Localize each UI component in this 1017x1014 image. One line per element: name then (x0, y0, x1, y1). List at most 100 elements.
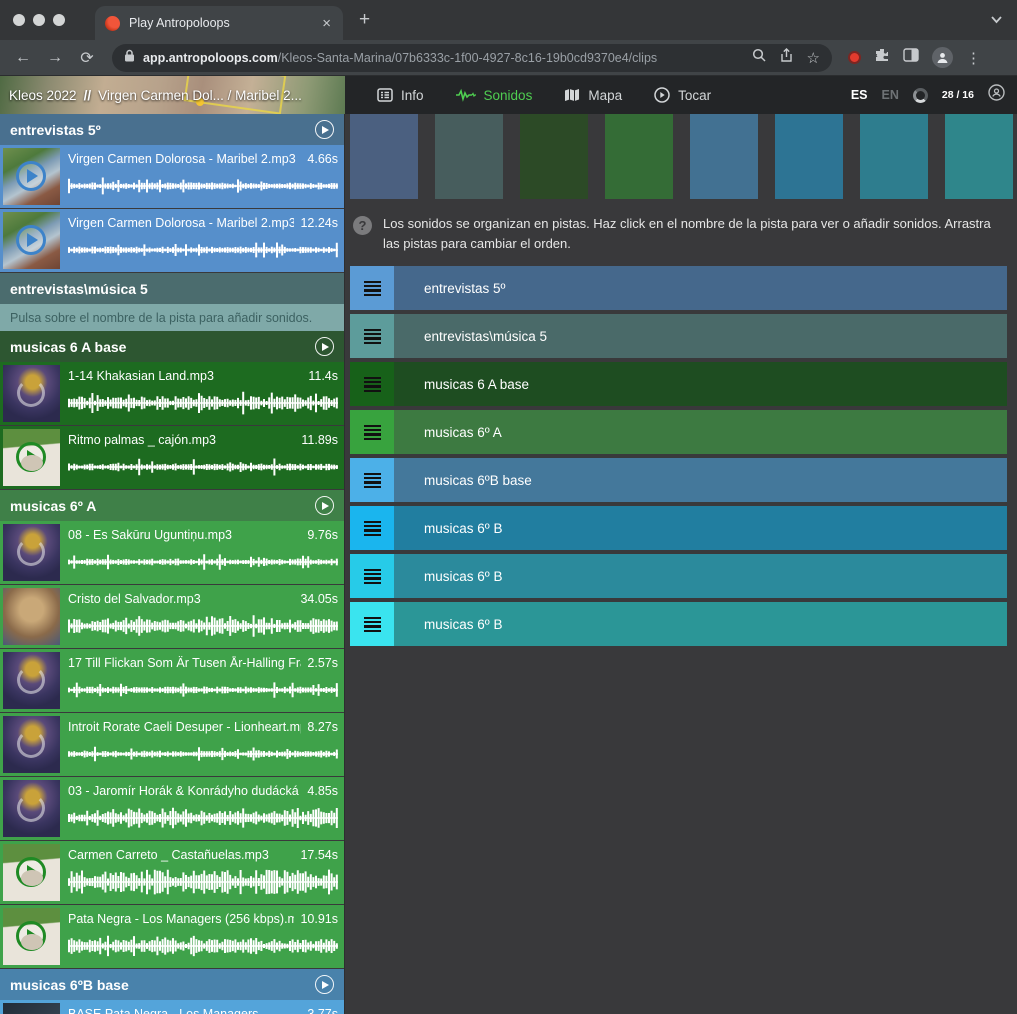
map-photo-banner[interactable]: Kleos 2022 // Virgen Carmen Dol... / Mar… (0, 76, 345, 114)
drag-handle-icon[interactable] (350, 602, 394, 646)
clip-waveform[interactable] (68, 390, 338, 416)
track-section-header[interactable]: entrevistas 5º (0, 114, 344, 145)
side-panel-icon[interactable] (903, 48, 919, 67)
clip-thumbnail[interactable] (3, 365, 60, 422)
breadcrumb-project[interactable]: Kleos 2022 (9, 88, 77, 103)
clip-thumbnail[interactable] (3, 588, 60, 645)
clip-waveform[interactable] (68, 805, 338, 831)
clip-item[interactable]: 03 - Jaromír Horák & Konrádyho dudácká .… (0, 777, 344, 840)
drag-handle-icon[interactable] (350, 458, 394, 502)
tab-close-icon[interactable]: × (320, 15, 333, 32)
track-row[interactable]: musicas 6ºB base (350, 458, 1007, 502)
breadcrumb-trail[interactable]: Virgen Carmen Dol... / Maribel 2... (98, 88, 302, 103)
tab-info[interactable]: Info (377, 88, 424, 103)
tab-search-chevron-icon[interactable] (990, 12, 1003, 27)
track-name-button[interactable]: musicas 6º B (394, 602, 1007, 646)
clip-thumbnail[interactable] (3, 148, 60, 205)
clip-thumbnail[interactable] (3, 1003, 60, 1014)
clip-play-icon[interactable] (16, 442, 46, 472)
window-zoom-button[interactable] (53, 14, 65, 26)
clip-item[interactable]: 1-14 Khakasian Land.mp311.4s (0, 362, 344, 425)
track-row[interactable]: musicas 6 A base (350, 362, 1007, 406)
track-row[interactable]: musicas 6º A (350, 410, 1007, 454)
window-close-button[interactable] (13, 14, 25, 26)
clip-thumbnail[interactable] (3, 716, 60, 773)
profile-avatar-icon[interactable] (932, 47, 953, 68)
section-play-icon[interactable] (315, 337, 334, 356)
track-name-button[interactable]: musicas 6º B (394, 554, 1007, 598)
back-button[interactable]: ← (10, 45, 36, 71)
track-name-button[interactable]: musicas 6º B (394, 506, 1007, 550)
track-row[interactable]: entrevistas 5º (350, 266, 1007, 310)
track-name-button[interactable]: entrevistas 5º (394, 266, 1007, 310)
clip-item[interactable]: Carmen Carreto _ Castañuelas.mp317.54s (0, 841, 344, 904)
account-icon[interactable] (988, 84, 1005, 106)
clip-item[interactable]: Cristo del Salvador.mp334.05s (0, 585, 344, 648)
clip-waveform[interactable] (68, 869, 338, 895)
lang-es-button[interactable]: ES (851, 88, 868, 102)
clip-thumbnail[interactable] (3, 908, 60, 965)
clip-thumbnail[interactable] (3, 780, 60, 837)
extensions-puzzle-icon[interactable] (874, 47, 890, 68)
track-section-header[interactable]: musicas 6 A base (0, 331, 344, 362)
clip-play-icon[interactable] (16, 225, 46, 255)
track-row[interactable]: musicas 6º B (350, 506, 1007, 550)
zoom-icon[interactable] (752, 48, 766, 67)
drag-handle-icon[interactable] (350, 362, 394, 406)
clip-waveform[interactable] (68, 549, 338, 575)
section-play-icon[interactable] (315, 975, 334, 994)
clip-waveform[interactable] (68, 454, 338, 480)
lang-en-button[interactable]: EN (882, 88, 899, 102)
clip-thumbnail[interactable] (3, 429, 60, 486)
clip-thumbnail[interactable] (3, 524, 60, 581)
track-section-header[interactable]: musicas 6º A (0, 490, 344, 521)
clip-thumbnail[interactable] (3, 844, 60, 901)
track-name-button[interactable]: musicas 6 A base (394, 362, 1007, 406)
clip-item[interactable]: Virgen Carmen Dolorosa - Maribel 2.mp34.… (0, 145, 344, 208)
new-tab-button[interactable]: + (359, 9, 370, 31)
clip-item[interactable]: 08 - Es Sakūru Uguntiņu.mp39.76s (0, 521, 344, 584)
clip-thumbnail[interactable] (3, 652, 60, 709)
track-section-header[interactable]: entrevistas\música 5 (0, 273, 344, 304)
clip-item[interactable]: 17 Till Flickan Som Är Tusen År-Halling … (0, 649, 344, 712)
clip-item[interactable]: Introit Rorate Caeli Desuper - Lionheart… (0, 713, 344, 776)
drag-handle-icon[interactable] (350, 554, 394, 598)
window-minimize-button[interactable] (33, 14, 45, 26)
tab-tocar[interactable]: Tocar (654, 87, 711, 103)
clip-item[interactable]: Pata Negra - Los Managers (256 kbps).mp3… (0, 905, 344, 968)
reload-button[interactable]: ⟳ (74, 45, 100, 71)
clip-play-icon[interactable] (16, 161, 46, 191)
browser-menu-icon[interactable]: ⋮ (966, 49, 981, 67)
drag-handle-icon[interactable] (350, 506, 394, 550)
address-bar[interactable]: app.antropoloops.com/Kleos-Santa-Marina/… (112, 44, 832, 72)
track-row[interactable]: musicas 6º B (350, 554, 1007, 598)
track-name-button[interactable]: musicas 6º A (394, 410, 1007, 454)
clip-waveform[interactable] (68, 741, 338, 767)
section-play-icon[interactable] (315, 496, 334, 515)
tab-mapa[interactable]: Mapa (564, 88, 622, 103)
record-extension-icon[interactable] (848, 51, 861, 64)
clip-waveform[interactable] (68, 237, 338, 263)
drag-handle-icon[interactable] (350, 266, 394, 310)
tab-sonidos[interactable]: Sonidos (456, 88, 533, 103)
track-section-header[interactable]: musicas 6ºB base (0, 969, 344, 1000)
clip-waveform[interactable] (68, 933, 338, 959)
forward-button[interactable]: → (42, 45, 68, 71)
track-name-button[interactable]: musicas 6ºB base (394, 458, 1007, 502)
section-play-icon[interactable] (315, 120, 334, 139)
drag-handle-icon[interactable] (350, 410, 394, 454)
clip-item[interactable]: BASE Pata Negra - Los Managers3.77s (0, 1000, 344, 1014)
clip-thumbnail[interactable] (3, 212, 60, 269)
track-row[interactable]: entrevistas\música 5 (350, 314, 1007, 358)
drag-handle-icon[interactable] (350, 314, 394, 358)
track-row[interactable]: musicas 6º B (350, 602, 1007, 646)
bookmark-star-icon[interactable]: ☆ (807, 49, 820, 67)
clip-item[interactable]: Ritmo palmas _ cajón.mp311.89s (0, 426, 344, 489)
clip-play-icon[interactable] (16, 857, 46, 887)
clip-waveform[interactable] (68, 613, 338, 639)
clip-item[interactable]: Virgen Carmen Dolorosa - Maribel 2.mp312… (0, 209, 344, 272)
clip-waveform[interactable] (68, 173, 338, 199)
clip-play-icon[interactable] (16, 921, 46, 951)
clip-waveform[interactable] (68, 677, 338, 703)
browser-tab[interactable]: Play Antropoloops × (95, 6, 343, 40)
